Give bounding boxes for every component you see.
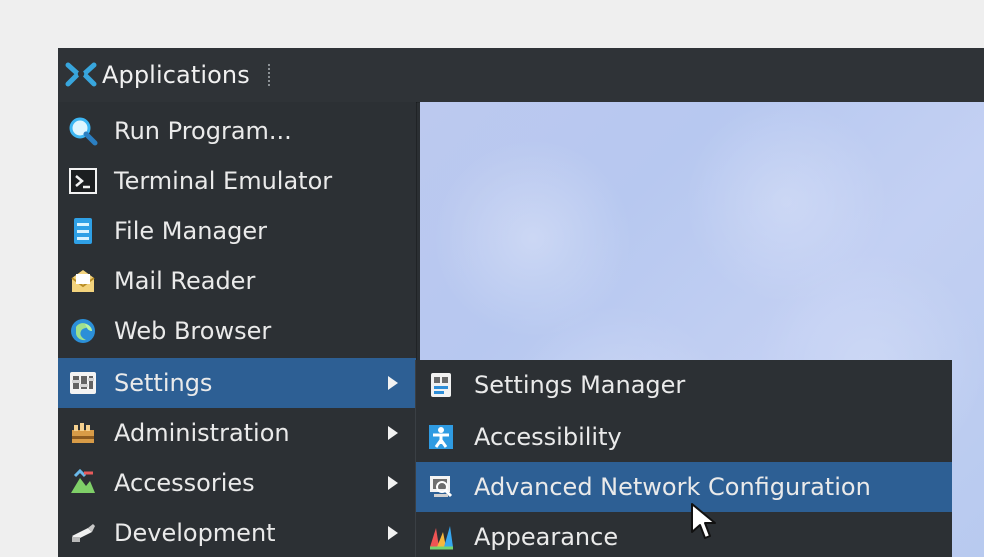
menu-item-label: Settings xyxy=(114,369,213,397)
submenu-item-advanced-network-configuration[interactable]: Advanced Network Configuration xyxy=(416,462,952,512)
settings-manager-icon xyxy=(424,368,458,402)
development-icon xyxy=(66,516,100,550)
file-manager-icon xyxy=(66,214,100,248)
applications-menu-button[interactable]: Applications xyxy=(58,48,264,102)
menu-item-label: Accessories xyxy=(114,469,255,497)
menu-item-terminal-emulator[interactable]: Terminal Emulator xyxy=(58,156,416,206)
menu-item-label: Terminal Emulator xyxy=(114,167,333,195)
submenu-arrow-icon xyxy=(388,526,398,540)
menu-item-label: Administration xyxy=(114,419,290,447)
globe-icon xyxy=(66,314,100,348)
administration-icon xyxy=(66,416,100,450)
settings-submenu: Settings Manager Accessibility Advanced … xyxy=(415,360,952,557)
mail-icon xyxy=(66,264,100,298)
submenu-arrow-icon xyxy=(388,376,398,390)
applications-label: Applications xyxy=(102,61,250,89)
menu-item-label: Development xyxy=(114,519,276,547)
submenu-item-label: Settings Manager xyxy=(474,371,686,399)
accessories-icon xyxy=(66,466,100,500)
mouse-cursor-icon xyxy=(691,503,716,539)
applications-menu: Run Program... Terminal Emulator File Ma… xyxy=(58,102,416,557)
submenu-arrow-icon xyxy=(388,426,398,440)
accessibility-icon xyxy=(424,420,458,454)
menu-item-file-manager[interactable]: File Manager xyxy=(58,206,416,256)
submenu-item-settings-manager[interactable]: Settings Manager xyxy=(416,360,952,410)
xfce-logo-icon xyxy=(65,62,97,87)
menu-item-label: Mail Reader xyxy=(114,267,256,295)
submenu-item-accessibility[interactable]: Accessibility xyxy=(416,412,952,462)
menu-item-label: Web Browser xyxy=(114,317,272,345)
menu-item-development[interactable]: Development xyxy=(58,508,416,557)
menu-item-administration[interactable]: Administration xyxy=(58,408,416,458)
submenu-item-label: Appearance xyxy=(474,523,619,551)
submenu-arrow-icon xyxy=(388,476,398,490)
panel-handle[interactable] xyxy=(268,64,276,86)
magnifier-icon xyxy=(66,114,100,148)
top-panel: Applications xyxy=(58,48,984,103)
settings-icon xyxy=(66,366,100,400)
network-config-icon xyxy=(424,470,458,504)
menu-item-mail-reader[interactable]: Mail Reader xyxy=(58,256,416,306)
submenu-item-label: Accessibility xyxy=(474,423,622,451)
terminal-icon xyxy=(66,164,100,198)
menu-item-settings[interactable]: Settings xyxy=(58,358,416,408)
desktop-frame: Applications Run Program... Terminal Emu… xyxy=(58,48,984,557)
menu-item-label: Run Program... xyxy=(114,117,292,145)
submenu-item-appearance[interactable]: Appearance xyxy=(416,512,952,557)
menu-item-run-program[interactable]: Run Program... xyxy=(58,106,416,156)
appearance-icon xyxy=(424,520,458,554)
menu-item-web-browser[interactable]: Web Browser xyxy=(58,306,416,356)
submenu-item-label: Advanced Network Configuration xyxy=(474,473,871,501)
menu-item-label: File Manager xyxy=(114,217,267,245)
menu-item-accessories[interactable]: Accessories xyxy=(58,458,416,508)
